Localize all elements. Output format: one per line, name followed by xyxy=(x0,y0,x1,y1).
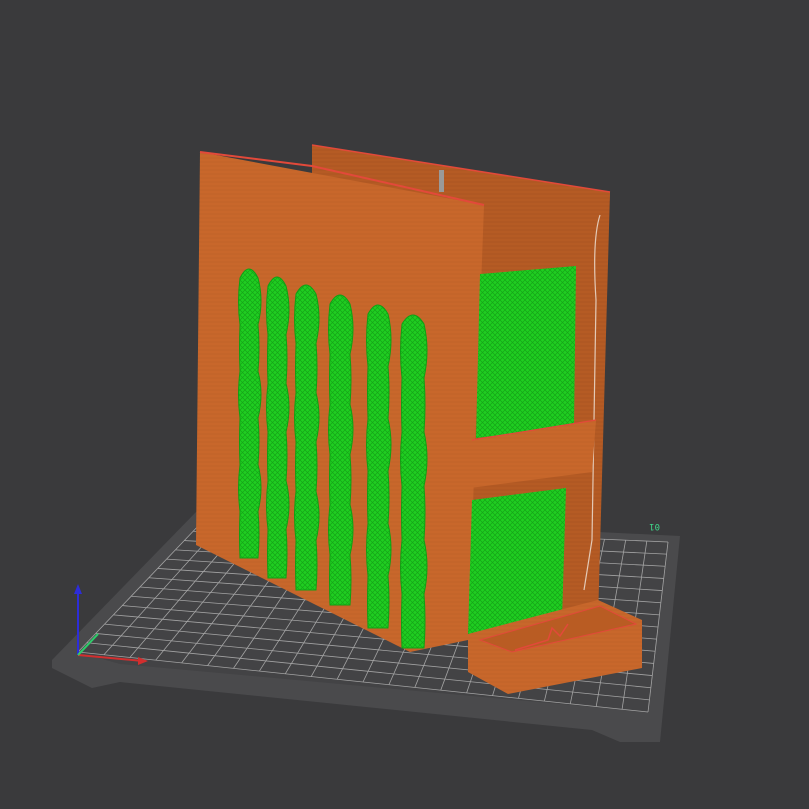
infill-slot xyxy=(328,294,354,606)
z-axis-arrow xyxy=(74,584,82,594)
top-pin xyxy=(439,170,444,192)
infill-slot xyxy=(238,268,262,559)
lower-window-infill xyxy=(468,488,566,634)
3d-viewport[interactable]: 01 xyxy=(0,0,809,809)
plate-number: 01 xyxy=(649,521,660,531)
scene: 01 xyxy=(52,144,680,742)
infill-slot xyxy=(366,304,392,629)
infill-slot xyxy=(294,284,320,591)
infill-slot xyxy=(266,276,290,579)
infill-slot xyxy=(400,314,428,649)
upper-window-infill xyxy=(476,266,576,438)
